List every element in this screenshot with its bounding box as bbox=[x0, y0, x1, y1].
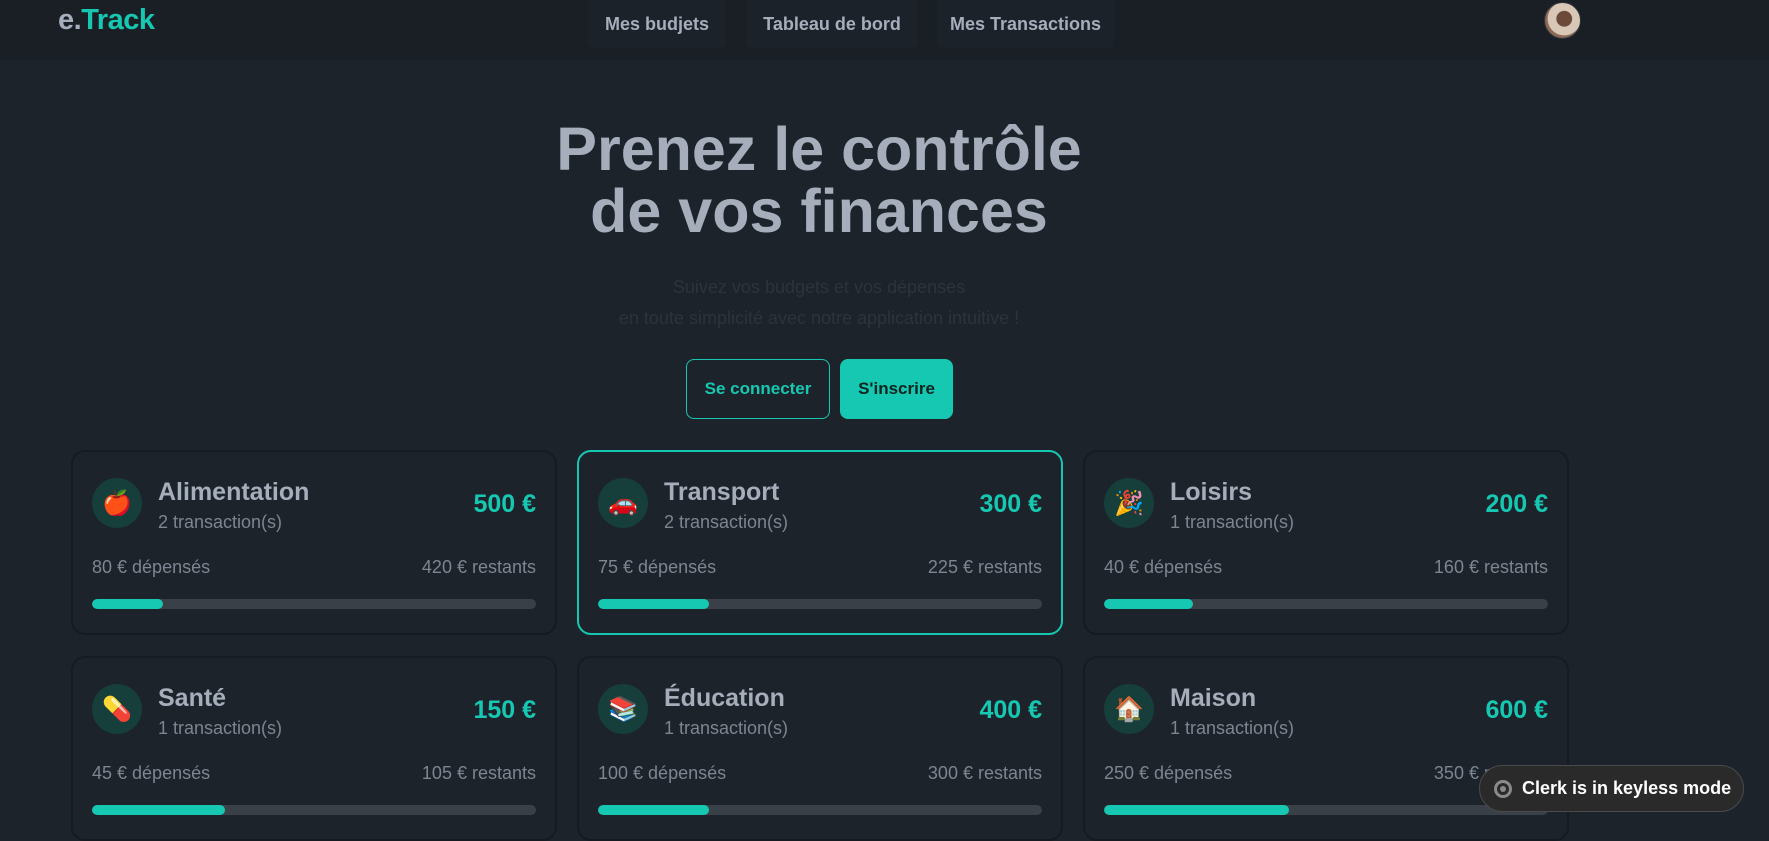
nav-mes-budjets[interactable]: Mes budjets bbox=[588, 0, 726, 48]
logo-prefix: e. bbox=[58, 4, 82, 36]
logo[interactable]: e.Track bbox=[58, 4, 155, 37]
spent-amount: 250 € dépensés bbox=[1104, 763, 1233, 783]
books-icon: 📚 bbox=[598, 684, 648, 734]
top-navbar: e.Track Mes budjets Tableau de bord Mes … bbox=[0, 0, 1769, 60]
nav-mes-transactions[interactable]: Mes Transactions bbox=[937, 0, 1114, 48]
progress-bar bbox=[598, 599, 1042, 609]
budget-card-alimentation[interactable]: 🍎 Alimentation 2 transaction(s) 500 € 80… bbox=[71, 450, 557, 635]
spent-amount: 80 € dépensés bbox=[92, 557, 211, 577]
budget-amount: 200 € bbox=[1485, 490, 1548, 518]
progress-bar bbox=[1104, 805, 1548, 815]
transaction-count: 1 transaction(s) bbox=[1170, 718, 1295, 738]
progress-fill bbox=[92, 805, 226, 815]
spent-amount: 100 € dépensés bbox=[598, 763, 727, 783]
progress-bar bbox=[1104, 599, 1548, 609]
clerk-icon bbox=[1494, 779, 1512, 798]
progress-fill bbox=[1104, 599, 1193, 609]
hero-subtitle-line-2: en toute simplicité avec notre applicati… bbox=[618, 308, 1020, 328]
logo-main: Track bbox=[81, 4, 155, 36]
user-avatar[interactable] bbox=[1544, 2, 1581, 39]
hero-title-line-1: Prenez le contrôle bbox=[556, 115, 1082, 183]
budget-name: Maison bbox=[1170, 684, 1257, 712]
hero-subtitle-line-1: Suivez vos budgets et vos dépenses bbox=[672, 277, 966, 297]
transaction-count: 1 transaction(s) bbox=[664, 718, 789, 738]
budget-card-sante[interactable]: 💊 Santé 1 transaction(s) 150 € 45 € dépe… bbox=[71, 656, 557, 841]
progress-fill bbox=[598, 599, 709, 609]
spent-amount: 40 € dépensés bbox=[1104, 557, 1223, 577]
clerk-keyless-badge[interactable]: Clerk is in keyless mode bbox=[1479, 765, 1744, 812]
spent-amount: 75 € dépensés bbox=[598, 557, 717, 577]
progress-bar bbox=[598, 805, 1042, 815]
budget-card-loisirs[interactable]: 🎉 Loisirs 1 transaction(s) 200 € 40 € dé… bbox=[1083, 450, 1569, 635]
party-icon: 🎉 bbox=[1104, 478, 1154, 528]
transaction-count: 2 transaction(s) bbox=[158, 512, 283, 532]
remaining-amount: 300 € restants bbox=[927, 763, 1042, 783]
budget-amount: 600 € bbox=[1485, 696, 1548, 724]
budget-name: Éducation bbox=[664, 684, 785, 712]
transaction-count: 2 transaction(s) bbox=[664, 512, 789, 532]
budget-name: Alimentation bbox=[158, 478, 310, 506]
clerk-label: Clerk is in keyless mode bbox=[1522, 778, 1732, 798]
budget-name: Transport bbox=[664, 478, 780, 506]
apple-icon: 🍎 bbox=[92, 478, 142, 528]
budget-amount: 300 € bbox=[979, 490, 1042, 518]
progress-bar bbox=[92, 599, 536, 609]
budget-name: Loisirs bbox=[1170, 478, 1252, 506]
budget-card-education[interactable]: 📚 Éducation 1 transaction(s) 400 € 100 €… bbox=[577, 656, 1063, 841]
budget-amount: 500 € bbox=[473, 490, 536, 518]
progress-bar bbox=[92, 805, 536, 815]
transaction-count: 1 transaction(s) bbox=[1170, 512, 1295, 532]
signup-button[interactable]: S'inscrire bbox=[840, 359, 953, 419]
budget-card-transport[interactable]: 🚗 Transport 2 transaction(s) 300 € 75 € … bbox=[577, 450, 1063, 635]
spent-amount: 45 € dépensés bbox=[92, 763, 211, 783]
transaction-count: 1 transaction(s) bbox=[158, 718, 283, 738]
hero-subtitle: Suivez vos budgets et vos dépenses en to… bbox=[0, 272, 1638, 334]
hero-title: Prenez le contrôle de vos finances bbox=[0, 118, 1638, 242]
hero-title-line-2: de vos finances bbox=[590, 177, 1048, 245]
progress-fill bbox=[92, 599, 164, 609]
nav-tableau-de-bord[interactable]: Tableau de bord bbox=[746, 0, 918, 48]
pill-icon: 💊 bbox=[92, 684, 142, 734]
progress-fill bbox=[598, 805, 709, 815]
budget-amount: 400 € bbox=[979, 696, 1042, 724]
budget-name: Santé bbox=[158, 684, 227, 712]
car-icon: 🚗 bbox=[598, 478, 648, 528]
remaining-amount: 225 € restants bbox=[927, 557, 1042, 577]
house-icon: 🏠 bbox=[1104, 684, 1154, 734]
remaining-amount: 160 € restants bbox=[1433, 557, 1548, 577]
login-button[interactable]: Se connecter bbox=[686, 359, 830, 419]
progress-fill bbox=[1104, 805, 1289, 815]
budget-amount: 150 € bbox=[473, 696, 536, 724]
remaining-amount: 105 € restants bbox=[421, 763, 536, 783]
remaining-amount: 420 € restants bbox=[421, 557, 536, 577]
budget-card-maison[interactable]: 🏠 Maison 1 transaction(s) 600 € 250 € dé… bbox=[1083, 656, 1569, 841]
